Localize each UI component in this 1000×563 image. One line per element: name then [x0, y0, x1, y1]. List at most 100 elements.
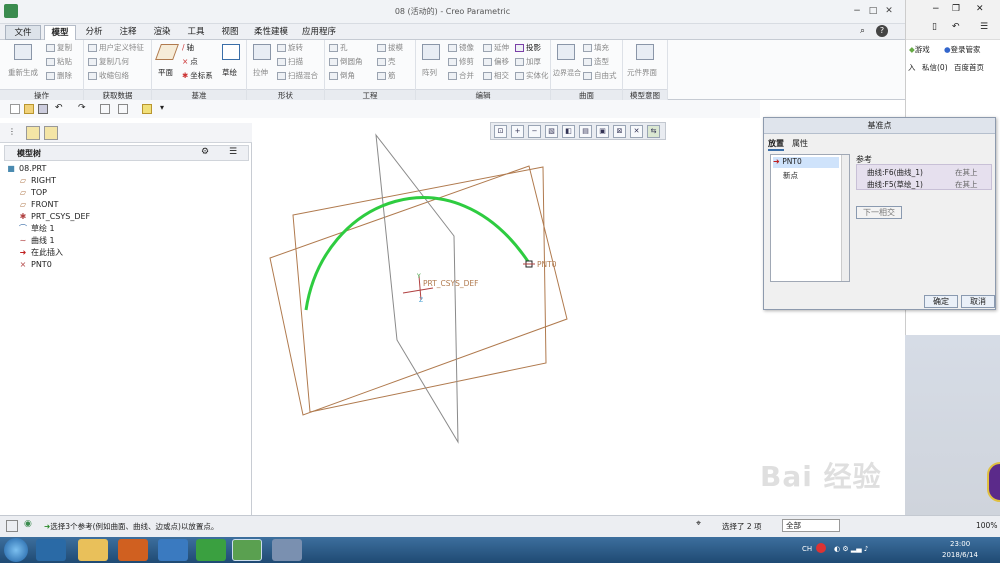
tab-properties[interactable]: 属性 — [792, 138, 808, 149]
open-file-icon[interactable] — [24, 104, 34, 114]
tree-item-front[interactable]: ▱ FRONT — [18, 199, 58, 211]
sketch-icon[interactable] — [222, 44, 240, 60]
revolve-button[interactable]: 旋转 — [288, 43, 303, 52]
plane-icon[interactable] — [155, 44, 179, 60]
customize-icon[interactable]: ▾ — [160, 103, 164, 112]
udf-button[interactable]: 用户定义特征 — [99, 43, 144, 52]
sweep-button[interactable]: 扫描 — [288, 57, 303, 66]
navigator-toggle-icon[interactable] — [6, 520, 18, 532]
sketch-button[interactable]: 草绘 — [222, 68, 237, 78]
model-tree-tab-icon[interactable]: ⋮ — [8, 127, 20, 139]
tree-item-right[interactable]: ▱ RIGHT — [18, 175, 56, 187]
reference-2[interactable]: 曲线:F5(草绘_1) — [867, 179, 923, 190]
copy-button[interactable]: 复制 — [57, 43, 72, 52]
redo-icon[interactable]: ↷ — [78, 103, 86, 113]
group-label[interactable]: 曲面 — [551, 89, 622, 100]
selection-filter[interactable]: 全部 — [782, 519, 840, 532]
folder-icon[interactable] — [142, 104, 152, 114]
binoculars-icon[interactable]: ⌖ — [696, 519, 701, 529]
mirror-button[interactable]: 镜像 — [459, 43, 474, 52]
curve-arc[interactable] — [304, 196, 531, 311]
extrude-icon[interactable] — [253, 44, 271, 60]
reference-1[interactable]: 曲线:F6(曲线_1) — [867, 167, 923, 178]
tree-item-insert-here[interactable]: ➜ 在此插入 — [18, 247, 63, 259]
menu-icon[interactable]: ☰ — [980, 22, 988, 32]
hole-button[interactable]: 孔 — [340, 43, 348, 52]
group-label[interactable]: 编辑 — [416, 89, 550, 100]
clock-date[interactable]: 2018/6/14 — [942, 551, 978, 559]
pattern-icon[interactable] — [422, 44, 440, 60]
tree-item-part[interactable]: ■ 08.PRT — [6, 163, 46, 175]
save-icon[interactable] — [38, 104, 48, 114]
new-file-icon[interactable] — [10, 104, 20, 114]
csys-button[interactable]: 坐标系 — [190, 71, 213, 80]
delete-button[interactable]: 删除 — [57, 71, 72, 80]
taskbar-explorer-icon[interactable] — [78, 539, 108, 561]
restore-icon[interactable]: ❐ — [952, 4, 960, 14]
thicken-button[interactable]: 加厚 — [526, 57, 541, 66]
tab-flexible-modeling[interactable]: 柔性建模 — [248, 25, 294, 40]
reference-2-type[interactable]: 在其上 — [955, 179, 978, 190]
minimize-icon[interactable]: − — [850, 4, 864, 18]
link-baidu-home[interactable]: 百度首页 — [954, 62, 984, 73]
merge-button[interactable]: 合并 — [459, 71, 474, 80]
windows-icon[interactable] — [118, 104, 128, 114]
back-icon[interactable]: ↶ — [952, 22, 960, 32]
group-label[interactable]: 工程 — [325, 89, 415, 100]
group-label[interactable]: 基准 — [152, 89, 246, 100]
tab-analysis[interactable]: 分析 — [78, 25, 110, 40]
references-list[interactable]: 曲线:F6(曲线_1) 在其上 曲线:F5(草绘_1) 在其上 — [856, 164, 992, 190]
tab-annotate[interactable]: 注释 — [112, 25, 144, 40]
undo-icon[interactable]: ↶ — [55, 103, 63, 113]
chamfer-button[interactable]: 倒角 — [340, 71, 355, 80]
tree-item-sketch[interactable]: ⌒ 草绘 1 — [18, 223, 55, 235]
tray-icons[interactable]: ◐ ⚙ ▂▄ ♪ — [834, 545, 868, 553]
file-menu[interactable]: 文件 — [5, 25, 41, 40]
cancel-button[interactable]: 取消 — [961, 295, 995, 308]
tree-item-csys[interactable]: ✱ PRT_CSYS_DEF — [18, 211, 91, 223]
project-button[interactable]: 投影 — [526, 43, 541, 52]
taskbar-browser-icon[interactable] — [36, 539, 66, 561]
maximize-icon[interactable]: □ — [866, 4, 880, 18]
boundary-blend-icon[interactable] — [557, 44, 575, 60]
group-label[interactable]: 形状 — [247, 89, 324, 100]
login-link[interactable]: ●登录管家 — [944, 44, 981, 55]
clock-time[interactable]: 23:00 — [950, 540, 970, 548]
copy-geometry-button[interactable]: 复制几何 — [99, 57, 129, 66]
solidify-button[interactable]: 实体化 — [526, 71, 549, 80]
extend-button[interactable]: 延伸 — [494, 43, 509, 52]
help-icon[interactable]: ? — [876, 25, 888, 37]
boundary-blend-button[interactable]: 边界混合 — [553, 68, 581, 78]
search-icon[interactable]: ⌕ — [860, 26, 865, 36]
browser-toggle-icon[interactable]: ◉ — [24, 519, 32, 529]
group-label[interactable]: 获取数据 — [84, 89, 151, 100]
taskbar-creo-icon[interactable] — [232, 539, 262, 561]
taskbar-paint-icon[interactable] — [272, 539, 302, 561]
swept-blend-button[interactable]: 扫描混合 — [288, 71, 318, 80]
component-interface-button[interactable]: 元件界面 — [627, 68, 657, 78]
datum-plane-top[interactable] — [292, 166, 547, 413]
point-button[interactable]: 点 — [190, 57, 198, 66]
pattern-button[interactable]: 阵列 — [422, 68, 437, 78]
rib-button[interactable]: 筋 — [388, 71, 396, 80]
round-button[interactable]: 倒圆角 — [340, 57, 363, 66]
shrinkwrap-button[interactable]: 收缩包络 — [99, 71, 129, 80]
tab-applications[interactable]: 应用程序 — [296, 25, 342, 40]
taskbar-baidu-icon[interactable] — [158, 539, 188, 561]
ok-button[interactable]: 确定 — [924, 295, 958, 308]
fill-button[interactable]: 填充 — [594, 43, 609, 52]
tab-render[interactable]: 渲染 — [146, 25, 178, 40]
plane-button[interactable]: 平面 — [158, 68, 173, 78]
ime-icon[interactable] — [816, 543, 826, 553]
draft-button[interactable]: 拔模 — [388, 43, 403, 52]
offset-button[interactable]: 偏移 — [494, 57, 509, 66]
link-in[interactable]: 入 — [908, 62, 916, 73]
axis-button[interactable]: 轴 — [187, 43, 195, 52]
language-indicator[interactable]: CH — [802, 545, 812, 553]
trim-button[interactable]: 修剪 — [459, 57, 474, 66]
taskbar-ie-icon[interactable] — [196, 539, 226, 561]
close-icon[interactable]: ✕ — [882, 4, 896, 18]
datum-point-marker[interactable] — [523, 260, 535, 268]
folder-browser-tab-icon[interactable] — [26, 126, 40, 140]
close-icon[interactable]: ✕ — [976, 4, 984, 14]
